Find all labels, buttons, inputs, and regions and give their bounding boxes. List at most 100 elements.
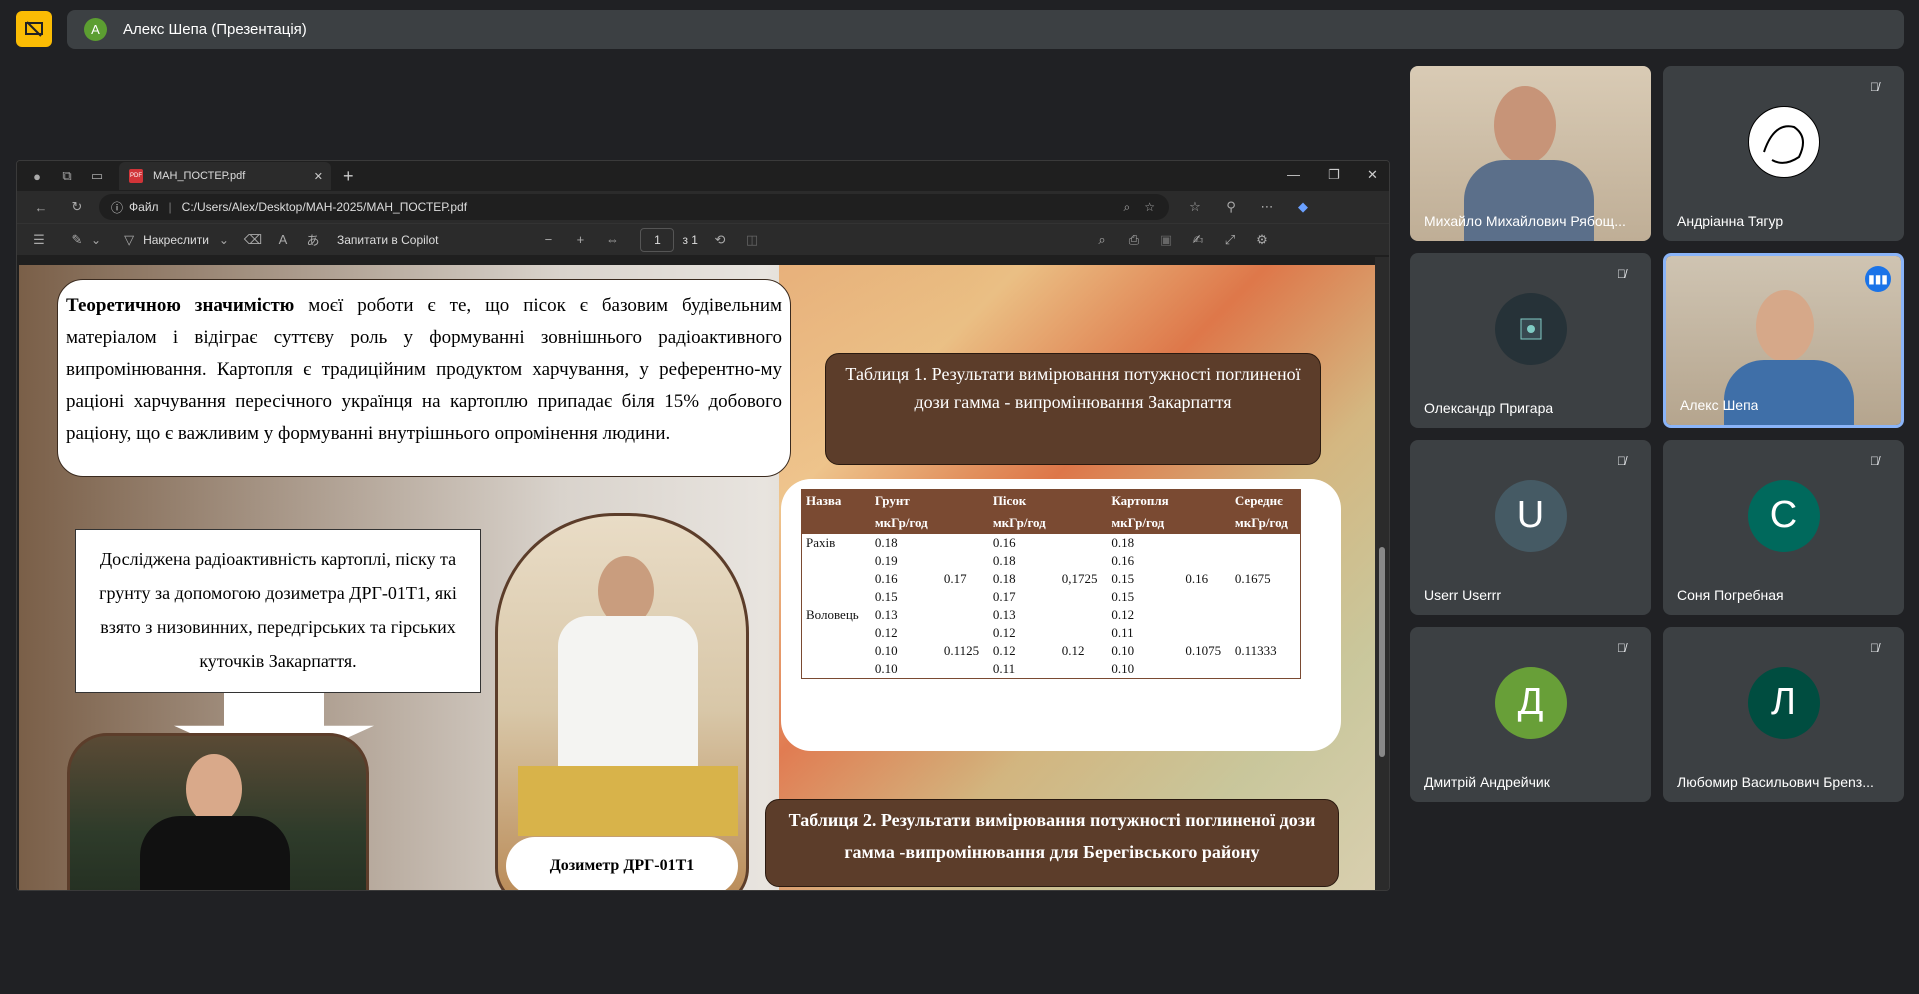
back-icon[interactable]: ← bbox=[31, 197, 51, 217]
favorite-icon[interactable]: ☆ bbox=[1144, 200, 1155, 214]
theory-heading: Теоретичною значимістю bbox=[66, 295, 295, 316]
pdf-toolbar: ☰ ✎ ⌄ ▽ Накреслити ⌄ ⌫ A あ Запитати в Co… bbox=[17, 223, 1389, 255]
theory-text: моєї роботи є те, що пісок є базовим буд… bbox=[66, 295, 783, 444]
save-as-icon[interactable]: ✍ bbox=[1188, 230, 1208, 250]
black-shirt bbox=[140, 816, 290, 890]
table-cell: 0.10 bbox=[874, 642, 898, 658]
page-number-input[interactable]: 1 bbox=[640, 227, 675, 252]
stop-presenting-icon[interactable] bbox=[16, 11, 52, 47]
table-unit-cell: мкГр/год bbox=[988, 511, 1058, 534]
table-cell bbox=[940, 660, 989, 679]
table-cell bbox=[940, 606, 989, 624]
page-view-icon[interactable]: ◫ bbox=[742, 230, 762, 250]
zoom-in-icon[interactable]: + bbox=[570, 230, 590, 250]
table-cell bbox=[1181, 534, 1231, 552]
participant-avatar: U bbox=[1494, 479, 1567, 552]
close-window-icon[interactable]: ✕ bbox=[1367, 167, 1378, 183]
contents-icon[interactable]: ☰ bbox=[29, 230, 49, 250]
settings-icon[interactable]: ⚙ bbox=[1252, 230, 1272, 250]
copilot-button[interactable]: Запитати в Copilot bbox=[337, 233, 439, 247]
participant-tile[interactable]: 🎙̸ Л Любомир Васильович Брenз... bbox=[1663, 627, 1904, 802]
lab-coat bbox=[558, 616, 698, 776]
find-icon[interactable]: ⌕ bbox=[1092, 230, 1112, 250]
highlight-icon[interactable]: ✎ bbox=[67, 230, 87, 250]
table-cell bbox=[802, 570, 871, 588]
table-header-cell: Середнє bbox=[1230, 489, 1301, 512]
presenter-title: Алекс Шепа (Презентація) bbox=[123, 21, 307, 38]
scrollbar-thumb[interactable] bbox=[1379, 547, 1385, 757]
address-url: C:/Users/Alex/Desktop/МАН-2025/МАН_ПОСТЕ… bbox=[181, 200, 468, 214]
tab-actions-icon[interactable]: ▭ bbox=[87, 166, 107, 186]
profile-icon[interactable]: ● bbox=[27, 166, 47, 186]
table-cell: 0.10 bbox=[1111, 642, 1135, 658]
table-cell: 0.16 bbox=[874, 570, 898, 586]
dosimeter-label: Дозиметр ДРГ-01Т1 bbox=[506, 837, 738, 890]
participant-tile-speaking[interactable]: ▮▮▮ Алекс Шепа bbox=[1663, 253, 1904, 428]
table-cell bbox=[1231, 660, 1301, 679]
table-unit-cell bbox=[1057, 511, 1108, 534]
restore-icon[interactable]: ❐ bbox=[1328, 167, 1340, 183]
participant-tile[interactable]: 🎙̸ U Userr Userrr bbox=[1410, 440, 1651, 615]
save-icon[interactable]: ▣ bbox=[1156, 230, 1176, 250]
table-cell bbox=[1231, 588, 1301, 606]
studied-text-box: Досліджена радіоактивність картоплі, піс… bbox=[75, 529, 481, 693]
table-cell: 0.16 bbox=[992, 534, 1016, 550]
table-cell: 0.1125 bbox=[943, 642, 980, 658]
tab-pdf[interactable]: PDF МАН_ПОСТЕР.pdf ✕ bbox=[119, 162, 331, 190]
table-cell: 0.12 bbox=[1061, 642, 1085, 658]
favorites-icon[interactable]: ☆ bbox=[1185, 197, 1205, 217]
table-header-cell: Картопля bbox=[1107, 489, 1182, 512]
draw-dropdown-icon[interactable]: ⌄ bbox=[219, 233, 229, 247]
table-row: 0.10 0.11 0.10 bbox=[802, 660, 1301, 679]
more-icon[interactable]: ⋯ bbox=[1257, 197, 1277, 217]
draw-button[interactable]: Накреслити bbox=[143, 233, 209, 247]
address-bar[interactable]: ⓘ Файл | C:/Users/Alex/Desktop/МАН-2025/… bbox=[99, 194, 1169, 220]
participant-tile[interactable]: Михайло Михайлович Рябощ... bbox=[1410, 66, 1651, 241]
rotate-icon[interactable]: ⟲ bbox=[710, 230, 730, 250]
table-unit-cell: мкГр/год bbox=[1107, 511, 1182, 534]
close-tab-icon[interactable]: ✕ bbox=[314, 170, 323, 183]
sample-tray bbox=[518, 766, 738, 836]
participant-name: Любомир Васильович Брenз... bbox=[1677, 774, 1874, 790]
fullscreen-icon[interactable]: ⤢ bbox=[1220, 230, 1240, 250]
copilot-icon[interactable]: ◆ bbox=[1293, 197, 1313, 217]
zoom-out-icon[interactable]: − bbox=[538, 230, 558, 250]
table-cell: 0.12 bbox=[874, 624, 898, 640]
fit-page-icon[interactable]: ⇔ bbox=[602, 230, 622, 250]
table-cell bbox=[1058, 534, 1108, 552]
table-cell: 0.10 bbox=[874, 660, 898, 676]
minimize-icon[interactable]: — bbox=[1287, 167, 1300, 182]
table-cell: 0.1675 bbox=[1234, 570, 1271, 586]
participant-shirt bbox=[1724, 360, 1854, 425]
workspaces-icon[interactable]: ⧉ bbox=[57, 166, 77, 186]
extensions-icon[interactable]: ⚲ bbox=[1221, 197, 1241, 217]
draw-icon[interactable]: ▽ bbox=[119, 230, 139, 250]
muted-mic-icon: 🎙̸ bbox=[1870, 641, 1879, 655]
table-cell bbox=[1181, 552, 1231, 570]
translate-icon[interactable]: あ bbox=[303, 230, 323, 250]
table-cell bbox=[802, 588, 871, 606]
refresh-icon[interactable]: ↻ bbox=[67, 197, 87, 217]
muted-mic-icon: 🎙̸ bbox=[1870, 454, 1879, 468]
highlight-dropdown-icon[interactable]: ⌄ bbox=[91, 233, 101, 247]
pdf-document[interactable]: Теоретичною значимістю моєї роботи є те,… bbox=[19, 265, 1375, 890]
zoom-icon[interactable]: ⌕ bbox=[1124, 200, 1131, 215]
pdf-scrollbar[interactable] bbox=[1375, 257, 1389, 890]
table-cell: 0.18 bbox=[992, 552, 1016, 568]
participant-tile[interactable]: 🎙̸ Андріанна Тягур bbox=[1663, 66, 1904, 241]
read-aloud-icon[interactable]: A bbox=[273, 230, 293, 250]
page-total: з 1 bbox=[682, 232, 698, 247]
table-cell: 0.19 bbox=[874, 552, 898, 568]
erase-icon[interactable]: ⌫ bbox=[243, 230, 263, 250]
participant-tile[interactable]: 🎙̸ С Соня Погребная bbox=[1663, 440, 1904, 615]
participant-tile[interactable]: 🎙̸ Олександр Пригара bbox=[1410, 253, 1651, 428]
address-row: ← ↻ ⓘ Файл | C:/Users/Alex/Desktop/МАН-2… bbox=[17, 191, 1389, 223]
print-icon[interactable]: ⎙ bbox=[1124, 230, 1144, 250]
participant-name: Дмитрій Андрейчик bbox=[1424, 774, 1550, 790]
participant-tile[interactable]: 🎙̸ Д Дмитрій Андрейчик bbox=[1410, 627, 1651, 802]
participant-name: Соня Погребная bbox=[1677, 587, 1784, 603]
info-icon[interactable]: ⓘ bbox=[111, 199, 123, 216]
new-tab-icon[interactable]: + bbox=[343, 166, 354, 187]
table-cell: Воловець bbox=[806, 606, 859, 622]
table-cell bbox=[802, 552, 871, 570]
